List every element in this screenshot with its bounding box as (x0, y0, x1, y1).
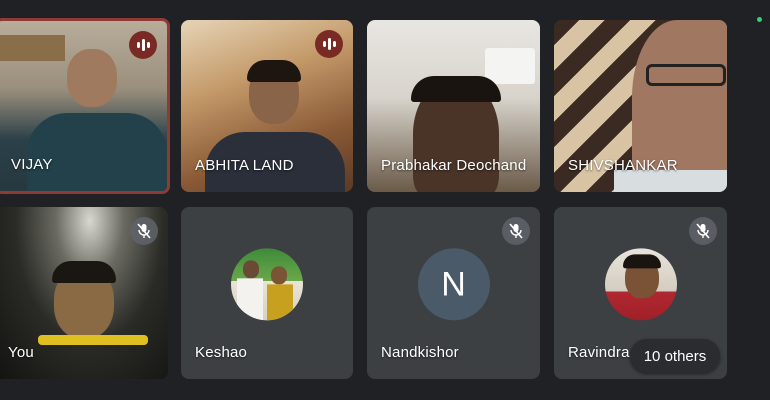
mic-off-icon (130, 217, 158, 245)
participant-name: Keshao (195, 344, 248, 361)
participant-name: SHIVSHANKAR (568, 157, 678, 174)
participant-tile-nandkishor[interactable]: N Nandkishor (367, 207, 540, 379)
participant-name: Ravindra (568, 344, 630, 361)
participant-tile-keshao[interactable]: Keshao (181, 207, 353, 379)
participant-tile-abhita-land[interactable]: ABHITA LAND (181, 20, 353, 192)
avatar (231, 248, 303, 321)
mic-off-icon (502, 217, 530, 245)
participant-tile-shivshankar[interactable]: SHIVSHANKAR (554, 20, 727, 192)
participant-tile-vijay[interactable]: VIJAY (0, 18, 170, 194)
participant-name: VIJAY (11, 156, 53, 173)
mic-off-icon (689, 217, 717, 245)
avatar (604, 248, 677, 321)
connection-status-dot (757, 17, 762, 22)
avatar: N (417, 248, 490, 321)
participant-tile-prabhakar-deochand[interactable]: Prabhakar Deochand (367, 20, 540, 192)
speaking-indicator-icon (129, 31, 157, 59)
participant-tile-you[interactable]: You (0, 207, 168, 379)
participant-name: You (8, 344, 34, 361)
others-count-button[interactable]: 10 others (630, 339, 720, 373)
speaking-indicator-icon (315, 30, 343, 58)
participant-name: Nandkishor (381, 344, 459, 361)
participant-name: Prabhakar Deochand (381, 157, 527, 174)
participant-name: ABHITA LAND (195, 157, 294, 174)
